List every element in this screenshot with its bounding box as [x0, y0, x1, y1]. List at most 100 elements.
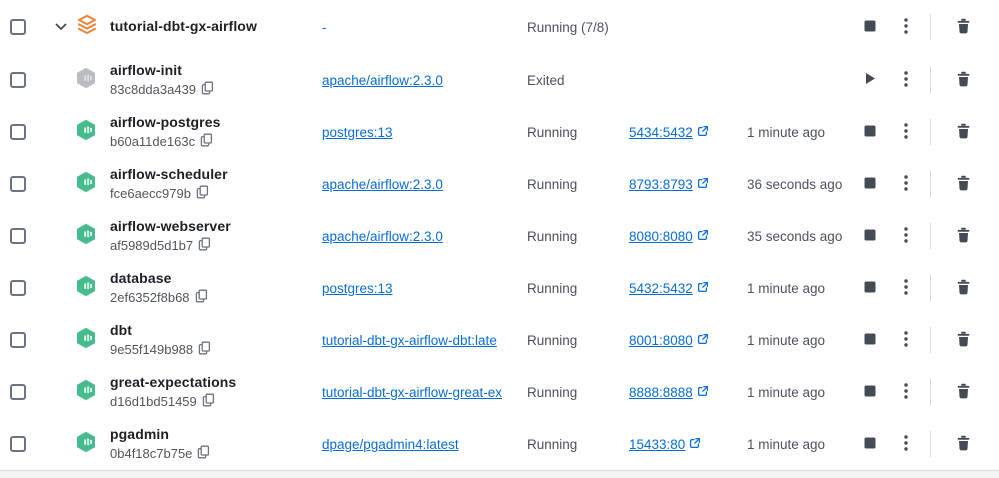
copy-id-button[interactable]	[198, 237, 211, 254]
container-row[interactable]: tutorial-dbt-gx-airflow - Running (7/8)	[0, 0, 999, 54]
container-id: 0b4f18c7b75e	[110, 446, 192, 462]
type-icon-cell	[74, 378, 110, 407]
container-row[interactable]: airflow-webserver af5989d5d1b7 apache/ai…	[0, 210, 999, 262]
type-icon-cell	[74, 274, 110, 303]
name-cell: great-expectations d16d1bd51459	[110, 374, 322, 411]
status-text: Running	[527, 125, 629, 140]
copy-icon	[196, 185, 209, 202]
row-actions-menu-button[interactable]	[900, 119, 912, 146]
stop-start-button[interactable]	[860, 277, 880, 300]
delete-button[interactable]	[952, 223, 975, 250]
stop-start-button[interactable]	[860, 225, 880, 248]
stop-icon	[864, 385, 876, 400]
row-actions-menu-button[interactable]	[900, 379, 912, 406]
delete-cell	[938, 223, 988, 250]
trash-icon	[956, 18, 971, 37]
container-name: dbt	[110, 322, 314, 340]
kebab-menu-icon	[904, 123, 908, 142]
image-link[interactable]: postgres:13	[322, 281, 393, 296]
actions-divider	[930, 119, 931, 145]
row-actions-menu-button[interactable]	[900, 275, 912, 302]
stop-start-button[interactable]	[860, 329, 880, 352]
port-link[interactable]: 8080:8080	[629, 229, 709, 244]
container-row[interactable]: airflow-postgres b60a11de163c postgres:1…	[0, 106, 999, 158]
port-link[interactable]: 15433:80	[629, 437, 701, 452]
delete-button[interactable]	[952, 171, 975, 198]
row-checkbox[interactable]	[10, 332, 26, 348]
container-row[interactable]: database 2ef6352f8b68 postgres:13 Runnin…	[0, 262, 999, 314]
copy-id-button[interactable]	[196, 185, 209, 202]
container-row[interactable]: great-expectations d16d1bd51459 tutorial…	[0, 366, 999, 418]
copy-id-button[interactable]	[200, 133, 213, 150]
image-link[interactable]: apache/airflow:2.3.0	[322, 177, 443, 192]
container-row[interactable]: airflow-init 83c8dda3a439 apache/airflow…	[0, 54, 999, 106]
port-link[interactable]: 5434:5432	[629, 125, 709, 140]
row-checkbox[interactable]	[10, 384, 26, 400]
copy-id-button[interactable]	[202, 393, 215, 410]
delete-cell	[938, 275, 988, 302]
row-actions-menu-button[interactable]	[900, 14, 912, 41]
row-actions-menu-button[interactable]	[900, 223, 912, 250]
image-link[interactable]: tutorial-dbt-gx-airflow-dbt:late	[322, 333, 497, 348]
actions-divider	[930, 379, 931, 405]
image-link[interactable]: postgres:13	[322, 125, 393, 140]
row-actions-menu-button[interactable]	[900, 67, 912, 94]
primary-action-cell	[852, 277, 888, 300]
image-link[interactable]: dpage/pgadmin4:latest	[322, 437, 459, 452]
copy-id-button[interactable]	[195, 289, 208, 306]
ports-cell: 15433:80	[629, 437, 747, 452]
delete-button[interactable]	[952, 275, 975, 302]
delete-button[interactable]	[952, 67, 975, 94]
started-text: 1 minute ago	[747, 125, 852, 140]
row-actions-menu-button[interactable]	[900, 171, 912, 198]
expand-toggle[interactable]	[48, 18, 74, 36]
delete-button[interactable]	[952, 119, 975, 146]
container-name: great-expectations	[110, 374, 314, 392]
stop-start-button[interactable]	[860, 16, 880, 39]
row-checkbox[interactable]	[10, 19, 26, 35]
delete-button[interactable]	[952, 379, 975, 406]
copy-id-button[interactable]	[198, 341, 211, 358]
row-actions-menu-button[interactable]	[900, 431, 912, 458]
stop-start-button[interactable]	[860, 381, 880, 404]
image-link[interactable]: apache/airflow:2.3.0	[322, 229, 443, 244]
port-text: 5432:5432	[629, 281, 693, 296]
ports-cell: 8001:8080	[629, 333, 747, 348]
copy-icon	[195, 289, 208, 306]
stop-start-button[interactable]	[860, 121, 880, 144]
row-checkbox[interactable]	[10, 228, 26, 244]
container-row[interactable]: dbt 9e55f149b988 tutorial-dbt-gx-airflow…	[0, 314, 999, 366]
stop-start-button[interactable]	[860, 433, 880, 456]
stop-start-button[interactable]	[860, 68, 880, 92]
port-link[interactable]: 8793:8793	[629, 177, 709, 192]
port-link[interactable]: 8001:8080	[629, 333, 709, 348]
container-row[interactable]: airflow-scheduler fce6aecc979b apache/ai…	[0, 158, 999, 210]
type-icon-cell	[74, 170, 110, 199]
port-text: 8793:8793	[629, 177, 693, 192]
container-name: airflow-scheduler	[110, 166, 314, 184]
row-actions-menu-button[interactable]	[900, 327, 912, 354]
started-text: 36 seconds ago	[747, 177, 852, 192]
delete-button[interactable]	[952, 431, 975, 458]
menu-cell	[888, 119, 924, 146]
row-checkbox[interactable]	[10, 436, 26, 452]
row-checkbox[interactable]	[10, 124, 26, 140]
actions-divider	[930, 14, 931, 40]
container-icon	[74, 378, 98, 407]
stop-start-button[interactable]	[860, 173, 880, 196]
image-link[interactable]: apache/airflow:2.3.0	[322, 73, 443, 88]
port-link[interactable]: 5432:5432	[629, 281, 709, 296]
delete-button[interactable]	[952, 327, 975, 354]
container-row[interactable]: pgadmin 0b4f18c7b75e dpage/pgadmin4:late…	[0, 418, 999, 470]
image-link[interactable]: tutorial-dbt-gx-airflow-great-ex	[322, 385, 502, 400]
ports-cell: 8080:8080	[629, 229, 747, 244]
image-cell: dpage/pgadmin4:latest	[322, 437, 527, 452]
row-checkbox[interactable]	[10, 72, 26, 88]
copy-id-button[interactable]	[197, 445, 210, 462]
row-checkbox[interactable]	[10, 280, 26, 296]
ports-cell: 5434:5432	[629, 125, 747, 140]
copy-id-button[interactable]	[201, 81, 214, 98]
row-checkbox[interactable]	[10, 176, 26, 192]
delete-button[interactable]	[952, 14, 975, 41]
port-link[interactable]: 8888:8888	[629, 385, 709, 400]
